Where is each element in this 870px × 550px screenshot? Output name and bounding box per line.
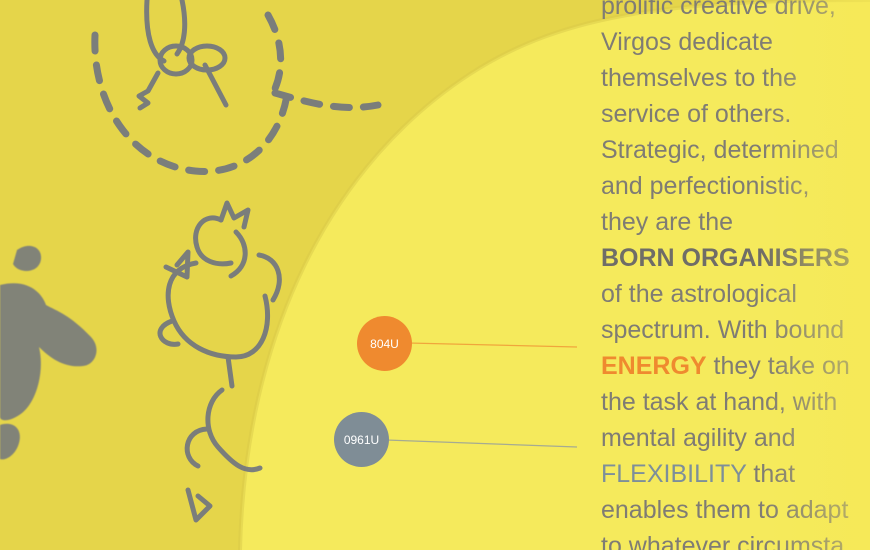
right-focus-fade [760, 0, 870, 550]
flexibility-keyword: FLEXIBILITY [601, 460, 747, 488]
poster-scene: 804U 0961U prolific creative drive, Virg… [0, 0, 870, 550]
blue-swatch-label: 0961U [343, 432, 380, 447]
energy-keyword: ENERGY [601, 352, 707, 380]
orange-swatch-label: 804U [370, 336, 399, 351]
blue-swatch: 0961U [334, 412, 389, 467]
orange-swatch: 804U [357, 316, 412, 371]
